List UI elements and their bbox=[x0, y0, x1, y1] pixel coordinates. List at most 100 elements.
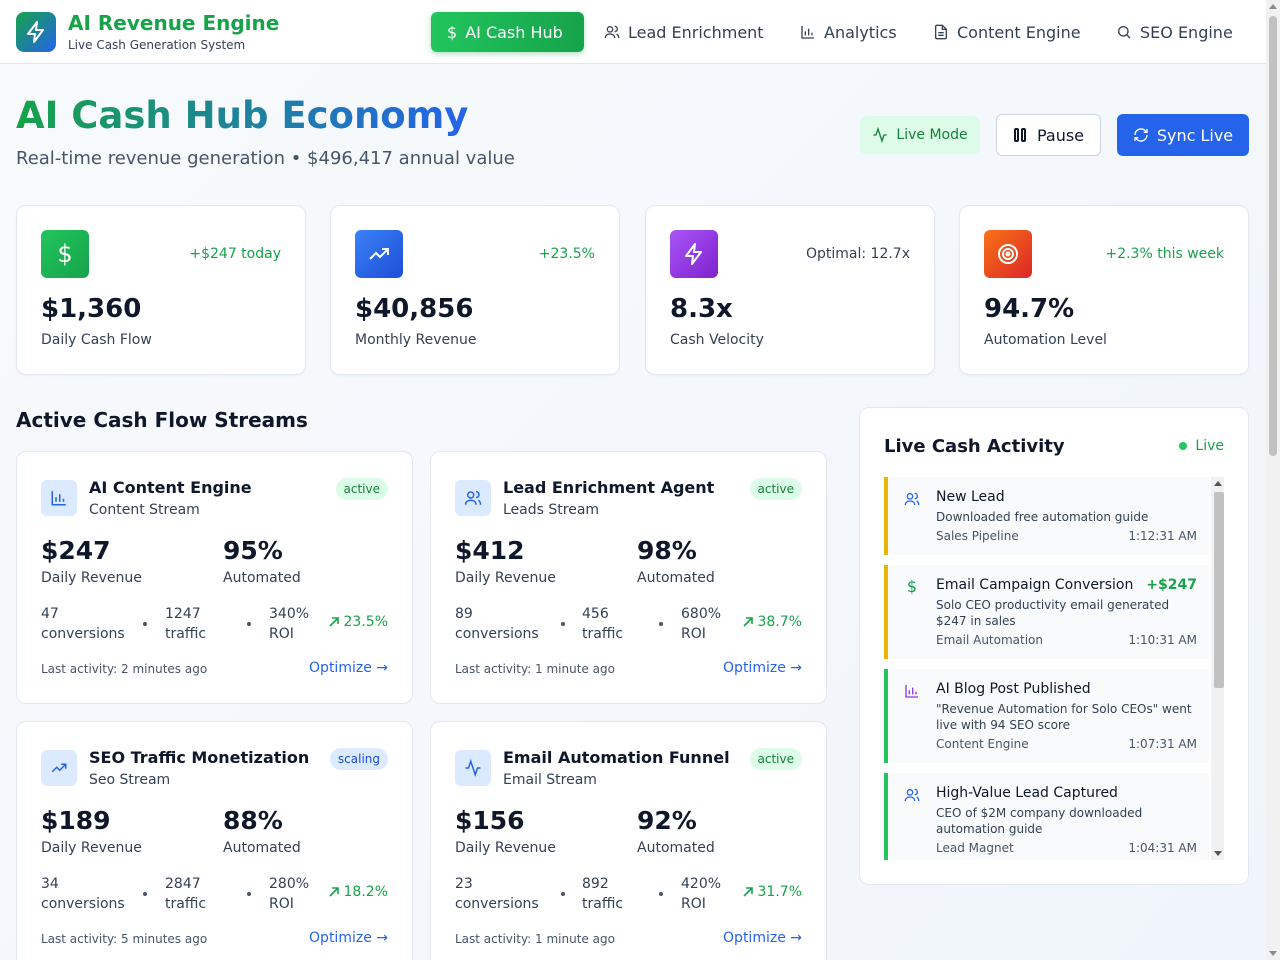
activity-title-text: New Lead bbox=[936, 489, 1005, 505]
roi-metric: 420% ROI bbox=[681, 874, 721, 914]
separator-dot bbox=[143, 892, 147, 896]
nav-analytics[interactable]: Analytics bbox=[788, 12, 909, 52]
activity-time: 1:10:31 AM bbox=[1128, 633, 1197, 647]
pause-button[interactable]: Pause bbox=[996, 114, 1101, 156]
nav-label: Content Engine bbox=[957, 22, 1081, 42]
activity-item: New Lead Downloaded free automation guid… bbox=[884, 477, 1209, 555]
activity-time: 1:07:31 AM bbox=[1128, 737, 1197, 751]
daily-revenue-value: $189 bbox=[41, 806, 111, 835]
optimize-link[interactable]: Optimize → bbox=[723, 660, 802, 676]
live-mode-indicator[interactable]: Live Mode bbox=[860, 116, 980, 154]
users-icon bbox=[904, 788, 920, 802]
separator-dot bbox=[561, 622, 565, 626]
live-dot-icon bbox=[1179, 442, 1188, 450]
conversions-metric: 23 conversions bbox=[455, 874, 539, 914]
optimize-link[interactable]: Optimize → bbox=[309, 930, 388, 946]
stream-name: Lead Enrichment Agent bbox=[503, 478, 715, 497]
nav-label: SEO Engine bbox=[1140, 22, 1233, 42]
scroll-down-icon[interactable] bbox=[1214, 851, 1222, 856]
scroll-down-icon[interactable] bbox=[1269, 951, 1277, 956]
conversions-value: 34 bbox=[41, 876, 59, 892]
pause-icon bbox=[1013, 128, 1026, 142]
scrollbar-thumb[interactable] bbox=[1214, 492, 1224, 688]
activity-feed[interactable]: New Lead Downloaded free automation guid… bbox=[884, 477, 1224, 860]
nav-label: Analytics bbox=[824, 22, 897, 42]
trending-up-icon bbox=[41, 750, 77, 786]
arrow-up-right-icon bbox=[742, 617, 753, 627]
conversions-label: conversions bbox=[455, 626, 539, 642]
conversions-value: 89 bbox=[455, 606, 473, 622]
status-badge: active bbox=[749, 478, 802, 500]
stream-type: Leads Stream bbox=[503, 502, 600, 518]
dollar-icon: $ bbox=[447, 22, 458, 42]
stream-card-lead-enrichment-agent: Lead Enrichment Agent Leads Stream activ… bbox=[430, 451, 827, 704]
stream-type: Seo Stream bbox=[89, 772, 171, 788]
users-icon bbox=[604, 25, 620, 39]
automated-label: Automated bbox=[637, 570, 715, 586]
search-icon bbox=[1118, 26, 1131, 39]
traffic-metric: 892 traffic bbox=[582, 874, 623, 914]
traffic-value: 892 bbox=[582, 876, 609, 892]
users-icon bbox=[455, 480, 491, 516]
feed-scrollbar[interactable] bbox=[1211, 477, 1224, 860]
daily-revenue-label: Daily Revenue bbox=[455, 570, 556, 586]
traffic-metric: 2847 traffic bbox=[165, 874, 206, 914]
dollar-icon: $ bbox=[41, 230, 89, 278]
activity-item: High-Value Lead Captured CEO of $2M comp… bbox=[884, 773, 1209, 860]
stat-delta: Optimal: 12.7x bbox=[805, 246, 910, 262]
activity-icon bbox=[455, 750, 491, 786]
nav-seo-engine[interactable]: SEO Engine bbox=[1104, 12, 1245, 52]
automated-label: Automated bbox=[223, 840, 301, 856]
conversions-label: conversions bbox=[455, 896, 539, 912]
live-indicator: Live bbox=[1179, 438, 1224, 454]
activity-description: Solo CEO productivity email generated $2… bbox=[936, 598, 1170, 628]
stream-type: Content Stream bbox=[89, 502, 200, 518]
stat-delta: +$247 today bbox=[189, 246, 281, 262]
bar-chart-icon bbox=[41, 480, 77, 516]
nav-label: Lead Enrichment bbox=[628, 22, 764, 42]
nav-ai-cash-hub[interactable]: $ AI Cash Hub bbox=[431, 12, 584, 52]
pause-label: Pause bbox=[1036, 125, 1085, 145]
page-scrollbar[interactable] bbox=[1266, 0, 1280, 960]
scrollbar-thumb[interactable] bbox=[1269, 16, 1277, 456]
conversions-metric: 34 conversions bbox=[41, 874, 125, 914]
separator-dot bbox=[247, 892, 251, 896]
activity-time: 1:04:31 AM bbox=[1128, 841, 1197, 855]
traffic-value: 2847 bbox=[165, 876, 201, 892]
stat-value: 8.3x bbox=[670, 294, 733, 324]
optimize-link[interactable]: Optimize → bbox=[723, 930, 802, 946]
growth-value: 31.7% bbox=[757, 884, 802, 900]
stream-card-ai-content-engine: AI Content Engine Content Stream active … bbox=[16, 451, 413, 704]
optimize-link[interactable]: Optimize → bbox=[309, 660, 388, 676]
automated-value: 98% bbox=[637, 536, 697, 565]
document-icon bbox=[935, 24, 947, 40]
traffic-metric: 1247 traffic bbox=[165, 604, 206, 644]
separator-dot bbox=[247, 622, 251, 626]
activity-description: "Revenue Automation for Solo CEOs" went … bbox=[936, 702, 1192, 732]
roi-value: 340% bbox=[269, 606, 310, 622]
activity-source: Sales Pipeline bbox=[936, 529, 1019, 543]
roi-metric: 280% ROI bbox=[269, 874, 309, 914]
last-activity: Last activity: 5 minutes ago bbox=[41, 932, 208, 946]
nav-lead-enrichment[interactable]: Lead Enrichment bbox=[592, 12, 776, 52]
stream-card-email-automation-funnel: Email Automation Funnel Email Stream act… bbox=[430, 721, 827, 960]
sync-live-button[interactable]: Sync Live bbox=[1117, 114, 1249, 156]
traffic-label: traffic bbox=[165, 626, 207, 642]
nav-content-engine[interactable]: Content Engine bbox=[921, 12, 1093, 52]
dollar-icon: $ bbox=[906, 577, 918, 596]
stat-card-monthly-revenue: +23.5% $40,856 Monthly Revenue bbox=[330, 205, 620, 375]
conversions-metric: 89 conversions bbox=[455, 604, 539, 644]
brand-title: AI Revenue Engine bbox=[68, 11, 280, 35]
bar-chart-icon bbox=[905, 685, 918, 698]
streams-section-title: Active Cash Flow Streams bbox=[16, 408, 308, 432]
conversions-value: 23 bbox=[455, 876, 473, 892]
bar-chart-icon bbox=[801, 26, 814, 39]
last-activity: Last activity: 1 minute ago bbox=[455, 662, 615, 676]
roi-label: ROI bbox=[681, 896, 706, 912]
scroll-up-icon[interactable] bbox=[1269, 4, 1277, 9]
page: AI Revenue Engine Live Cash Generation S… bbox=[0, 0, 1266, 960]
scroll-up-icon[interactable] bbox=[1214, 481, 1222, 486]
automated-label: Automated bbox=[223, 570, 301, 586]
activity-amount: +$247 bbox=[1146, 577, 1197, 593]
nav-label: AI Cash Hub bbox=[465, 22, 563, 42]
